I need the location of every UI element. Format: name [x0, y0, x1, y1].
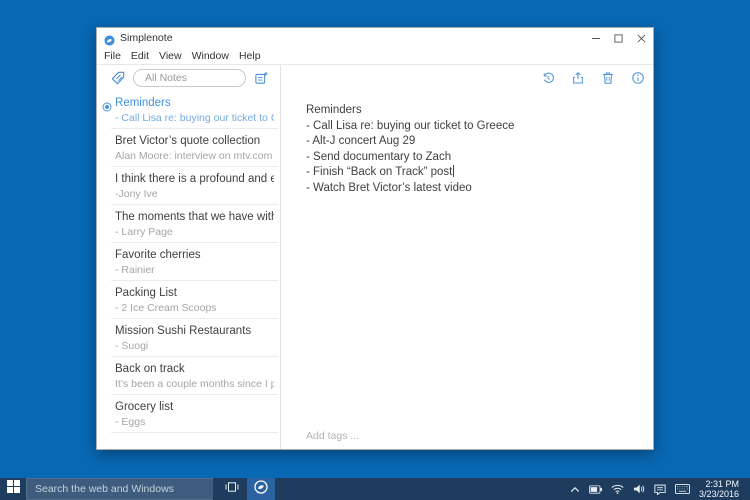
note-preview: - 2 Ice Cream Scoops — [115, 302, 274, 314]
info-icon[interactable] — [631, 71, 645, 85]
clock-time: 2:31 PM — [699, 479, 739, 489]
menu-help[interactable]: Help — [234, 50, 266, 62]
pin-icon — [102, 99, 112, 117]
clock[interactable]: 2:31 PM 3/23/2016 — [699, 479, 739, 499]
note-item-grocery-list[interactable]: Grocery list - Eggs — [97, 395, 280, 433]
start-button[interactable] — [0, 478, 26, 500]
share-icon[interactable] — [571, 71, 585, 85]
taskbar-search-input[interactable] — [26, 478, 213, 500]
new-note-icon[interactable] — [254, 71, 269, 86]
chevron-up-icon[interactable] — [570, 486, 580, 493]
simplenote-taskbar-icon — [254, 480, 268, 499]
note-title: Reminders — [115, 97, 274, 110]
note-title: Mission Sushi Restaurants — [115, 325, 274, 338]
editor-line: Reminders — [306, 103, 643, 119]
task-view-button[interactable] — [217, 478, 247, 500]
editor-line: - Finish “Back on Track” post — [306, 165, 643, 181]
note-item-packing-list[interactable]: Packing List - 2 Ice Cream Scoops — [97, 281, 280, 319]
close-button[interactable] — [630, 28, 653, 48]
desktop: Simplenote File Edit View Window Help — [0, 0, 750, 500]
taskbar-empty-area — [275, 478, 570, 500]
note-item-sushi[interactable]: Mission Sushi Restaurants - Suogi — [97, 319, 280, 357]
note-preview: -Jony Ive — [115, 188, 274, 200]
task-view-icon — [225, 480, 239, 498]
editor-line: - Send documentary to Zach — [306, 150, 643, 166]
note-editor[interactable]: Reminders - Call Lisa re: buying our tic… — [281, 91, 653, 449]
editor-line: - Alt-J concert Aug 29 — [306, 134, 643, 150]
trash-icon[interactable] — [601, 71, 615, 85]
note-title: I think there is a profound and enduring… — [115, 173, 274, 186]
note-title: Bret Victor’s quote collection — [115, 135, 274, 148]
editor-panel: Reminders - Call Lisa re: buying our tic… — [281, 65, 653, 449]
speaker-icon[interactable] — [633, 484, 645, 494]
list-toolbar — [97, 65, 280, 91]
history-icon[interactable] — [541, 71, 555, 85]
note-title: Back on track — [115, 363, 274, 376]
clock-date: 3/23/2016 — [699, 489, 739, 499]
editor-line: - Call Lisa re: buying our ticket to Gre… — [306, 119, 643, 135]
note-item-favorite-cherries[interactable]: Favorite cherries - Rainier — [97, 243, 280, 281]
note-title: The moments that we have with friends ..… — [115, 211, 274, 224]
note-preview: - Larry Page — [115, 226, 274, 238]
note-title: Packing List — [115, 287, 274, 300]
taskbar: 2:31 PM 3/23/2016 — [0, 478, 750, 500]
note-list-panel: Reminders - Call Lisa re: buying our tic… — [97, 65, 281, 449]
note-preview: It’s been a couple months since I posted… — [115, 378, 274, 390]
system-tray: 2:31 PM 3/23/2016 — [570, 478, 750, 500]
note-title: Grocery list — [115, 401, 274, 414]
note-preview: - Call Lisa re: buying our ticket to Gre… — [115, 112, 274, 124]
menu-bar: File Edit View Window Help — [97, 48, 653, 65]
menu-edit[interactable]: Edit — [126, 50, 154, 62]
keyboard-icon[interactable] — [675, 484, 690, 494]
note-preview: Alan Moore: interview on mtv.com — [115, 150, 274, 162]
add-tags-field[interactable]: Add tags ... — [306, 430, 359, 442]
battery-icon[interactable] — [589, 485, 602, 494]
note-item-bret-victor[interactable]: Bret Victor’s quote collection Alan Moor… — [97, 129, 280, 167]
taskbar-simplenote-button[interactable] — [247, 478, 275, 500]
note-item-moments[interactable]: The moments that we have with friends ..… — [97, 205, 280, 243]
maximize-button[interactable] — [607, 28, 630, 48]
note-preview: - Suogi — [115, 340, 274, 352]
search-input[interactable] — [133, 69, 246, 87]
note-title: Favorite cherries — [115, 249, 274, 262]
menu-window[interactable]: Window — [187, 50, 234, 62]
tag-icon[interactable] — [110, 70, 126, 86]
note-item-profound[interactable]: I think there is a profound and enduring… — [97, 167, 280, 205]
simplenote-logo-icon — [104, 33, 115, 44]
title-bar[interactable]: Simplenote — [97, 28, 653, 48]
wifi-icon[interactable] — [611, 484, 624, 494]
action-center-icon[interactable] — [654, 484, 666, 495]
minimize-button[interactable] — [584, 28, 607, 48]
editor-line: - Watch Bret Victor’s latest video — [306, 181, 643, 197]
note-preview: - Rainier — [115, 264, 274, 276]
note-item-back-on-track[interactable]: Back on track It’s been a couple months … — [97, 357, 280, 395]
menu-view[interactable]: View — [154, 50, 187, 62]
start-icon — [7, 480, 20, 498]
note-preview: - Eggs — [115, 416, 274, 428]
note-item-reminders[interactable]: Reminders - Call Lisa re: buying our tic… — [97, 91, 280, 129]
menu-file[interactable]: File — [99, 50, 126, 62]
note-list: Reminders - Call Lisa re: buying our tic… — [97, 91, 280, 449]
simplenote-window: Simplenote File Edit View Window Help — [96, 27, 654, 450]
text-cursor — [453, 165, 454, 177]
window-title: Simplenote — [120, 32, 173, 44]
editor-toolbar — [281, 65, 653, 91]
